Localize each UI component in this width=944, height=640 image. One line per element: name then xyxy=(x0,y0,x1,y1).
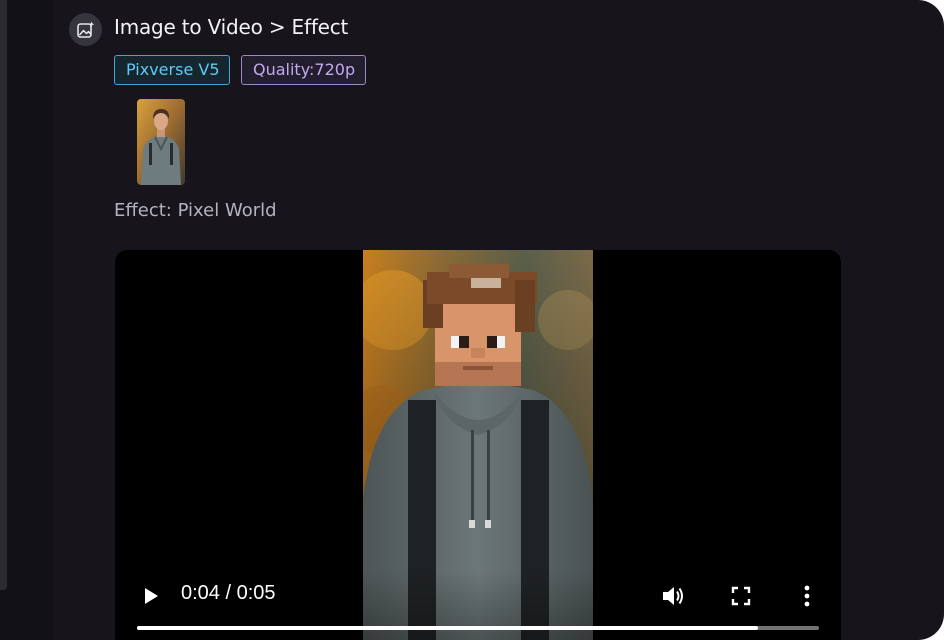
volume-icon xyxy=(663,587,683,605)
quality-badge: Quality:720p xyxy=(241,55,366,85)
model-badge: Pixverse V5 xyxy=(114,55,230,85)
more-vertical-icon xyxy=(804,585,810,607)
fullscreen-button[interactable] xyxy=(727,582,755,610)
left-rail xyxy=(0,0,53,640)
volume-button[interactable] xyxy=(659,582,687,610)
progress-bar[interactable] xyxy=(137,626,819,630)
time-display: 0:04 / 0:05 xyxy=(181,582,276,604)
app-frame: Image to Video > Effect Pixverse V5 Qual… xyxy=(0,0,944,640)
effect-label: Effect: Pixel World xyxy=(114,200,277,221)
source-image-thumbnail[interactable] xyxy=(137,99,185,185)
play-icon xyxy=(145,588,158,604)
breadcrumb-title: Image to Video > Effect xyxy=(114,15,349,39)
fullscreen-icon xyxy=(731,586,751,606)
rail-scrollbar[interactable] xyxy=(0,0,7,590)
image-sparkle-icon xyxy=(69,13,102,46)
video-player[interactable]: 0:04 / 0:05 xyxy=(115,250,841,640)
player-controls: 0:04 / 0:05 xyxy=(115,570,841,640)
progress-fill xyxy=(137,626,758,630)
more-options-button[interactable] xyxy=(793,582,821,610)
play-button[interactable] xyxy=(139,584,163,608)
